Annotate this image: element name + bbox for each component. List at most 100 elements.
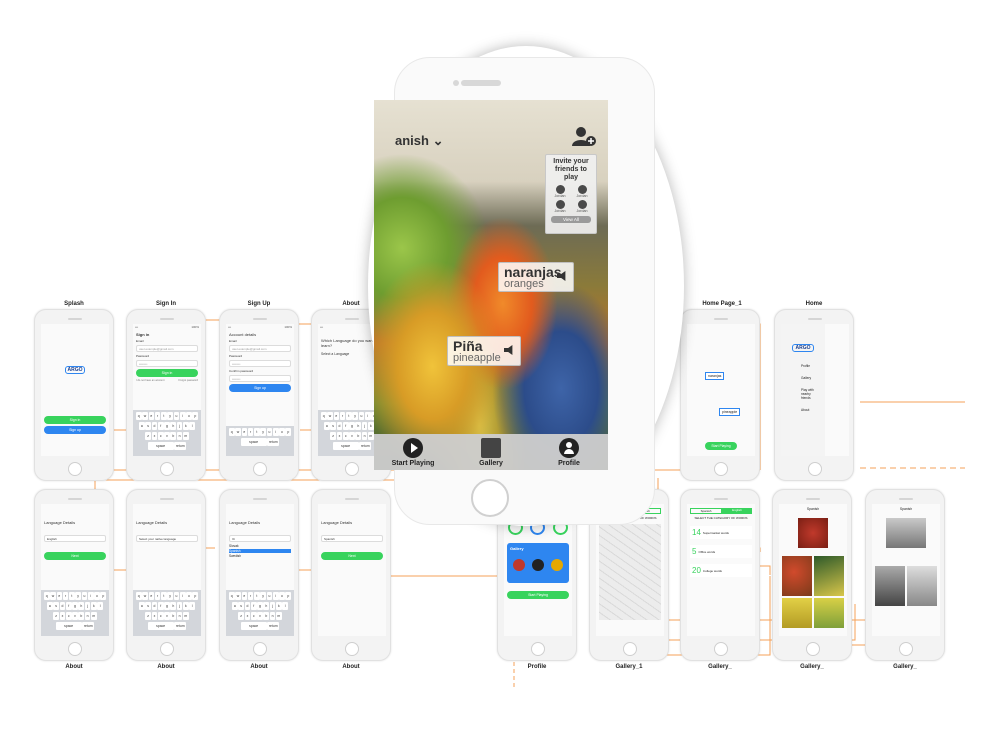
friend-item[interactable]: Jordan <box>550 185 570 198</box>
key[interactable]: s <box>330 422 336 430</box>
key[interactable]: b <box>170 432 177 440</box>
home-button[interactable] <box>471 479 509 517</box>
next-button[interactable]: Next <box>321 552 383 560</box>
native-language-select[interactable]: Select your native language <box>136 535 198 542</box>
return-key[interactable]: return <box>174 622 187 630</box>
key[interactable]: w <box>50 592 56 600</box>
space-key[interactable]: space <box>55 622 82 630</box>
key[interactable]: c <box>342 432 349 440</box>
forgot-password-link[interactable]: I forgot password <box>178 379 198 382</box>
key[interactable]: h <box>170 602 177 610</box>
sign-up-button[interactable]: Sign up <box>44 426 106 434</box>
tab-start-playing[interactable]: Start Playing <box>383 437 443 467</box>
key[interactable]: p <box>100 592 107 600</box>
screen-gallery-photos[interactable]: Spanish <box>772 489 852 661</box>
key[interactable]: i <box>179 592 186 600</box>
key[interactable]: u <box>266 592 273 600</box>
key[interactable]: v <box>257 612 263 620</box>
key[interactable]: v <box>164 432 170 440</box>
key[interactable]: o <box>186 412 192 420</box>
key[interactable]: x <box>151 432 158 440</box>
key[interactable]: b <box>78 612 85 620</box>
key[interactable]: t <box>161 412 167 420</box>
key[interactable]: i <box>179 412 186 420</box>
key[interactable]: k <box>91 602 97 610</box>
key[interactable]: r <box>154 592 161 600</box>
word-tag-naranjas[interactable]: naranjas <box>705 372 725 380</box>
key[interactable]: r <box>247 428 254 436</box>
key[interactable]: q <box>228 592 235 600</box>
key[interactable]: r <box>339 412 346 420</box>
key[interactable]: a <box>232 602 238 610</box>
key[interactable]: m <box>368 432 374 440</box>
confirm-password-field[interactable]: •••••••• <box>229 375 291 382</box>
key[interactable]: a <box>324 422 330 430</box>
option-spanish[interactable]: Spanish <box>229 549 291 553</box>
key[interactable]: b <box>355 432 362 440</box>
return-key[interactable]: return <box>174 442 187 450</box>
key[interactable]: e <box>241 428 248 436</box>
key[interactable]: q <box>320 412 327 420</box>
key[interactable]: d <box>59 602 66 610</box>
menu-item-about[interactable]: About <box>781 404 825 416</box>
key[interactable]: w <box>327 412 333 420</box>
key[interactable]: u <box>173 592 180 600</box>
key[interactable]: g <box>164 422 170 430</box>
key[interactable]: j <box>176 602 183 610</box>
key[interactable]: o <box>279 592 285 600</box>
password-field[interactable]: •••••••• <box>229 360 291 367</box>
key[interactable]: e <box>148 592 155 600</box>
key[interactable]: x <box>59 612 66 620</box>
key[interactable]: h <box>78 602 85 610</box>
key[interactable]: c <box>250 612 257 620</box>
key[interactable]: t <box>161 592 167 600</box>
key[interactable]: g <box>72 602 78 610</box>
photo-bananas-2[interactable] <box>814 598 844 628</box>
sign-up-submit-button[interactable]: Sign up <box>229 384 291 392</box>
key[interactable]: s <box>145 602 151 610</box>
email-field[interactable]: user.example@gmail.com <box>136 345 198 352</box>
screen-splash[interactable]: ARGO Sign in Sign up <box>34 309 114 481</box>
screen-language-native[interactable]: Language Details Select your native lang… <box>126 489 206 661</box>
key[interactable]: s <box>145 422 151 430</box>
space-key[interactable]: space <box>240 622 267 630</box>
key[interactable]: g <box>349 422 355 430</box>
photo-apples[interactable] <box>798 518 828 548</box>
key[interactable]: d <box>151 422 158 430</box>
key[interactable]: w <box>142 412 148 420</box>
password-field[interactable]: •••••••• <box>136 360 198 367</box>
start-playing-button[interactable]: Start Playing <box>507 591 569 599</box>
key[interactable]: a <box>139 602 145 610</box>
word-tag-pineapple[interactable]: pineapple <box>719 408 741 416</box>
key[interactable]: y <box>167 412 173 420</box>
key[interactable]: i <box>272 428 279 436</box>
key[interactable]: o <box>186 592 192 600</box>
key[interactable]: y <box>167 592 173 600</box>
space-key[interactable]: space <box>240 438 267 446</box>
tab-gallery[interactable]: Gallery <box>461 437 521 467</box>
key[interactable]: z <box>330 432 336 440</box>
gallery-card[interactable]: Gallery <box>507 543 569 583</box>
photo-chair[interactable] <box>886 518 926 548</box>
key[interactable]: q <box>228 428 235 436</box>
key[interactable]: h <box>170 422 177 430</box>
photo-cup[interactable] <box>907 566 937 606</box>
key[interactable]: r <box>154 412 161 420</box>
key[interactable]: y <box>352 412 358 420</box>
screen-home[interactable]: ARGO Profile Gallery Play with nearby fr… <box>774 309 854 481</box>
screen-gallery-office[interactable]: Spanish <box>865 489 945 661</box>
key[interactable]: z <box>238 612 244 620</box>
friend-item[interactable]: Jordan <box>572 185 592 198</box>
key[interactable]: i <box>87 592 94 600</box>
key[interactable]: a <box>139 422 145 430</box>
keyboard[interactable]: qwertyuiop asdfghjkl zxcvbnm space retur… <box>41 590 109 636</box>
space-key[interactable]: space <box>332 442 359 450</box>
key[interactable]: z <box>145 612 151 620</box>
sign-in-button[interactable]: Sign in <box>44 416 106 424</box>
key[interactable]: c <box>157 612 164 620</box>
key[interactable]: r <box>247 592 254 600</box>
key[interactable]: q <box>135 592 142 600</box>
key[interactable]: l <box>282 602 288 610</box>
key[interactable]: c <box>157 432 164 440</box>
key[interactable]: n <box>84 612 91 620</box>
